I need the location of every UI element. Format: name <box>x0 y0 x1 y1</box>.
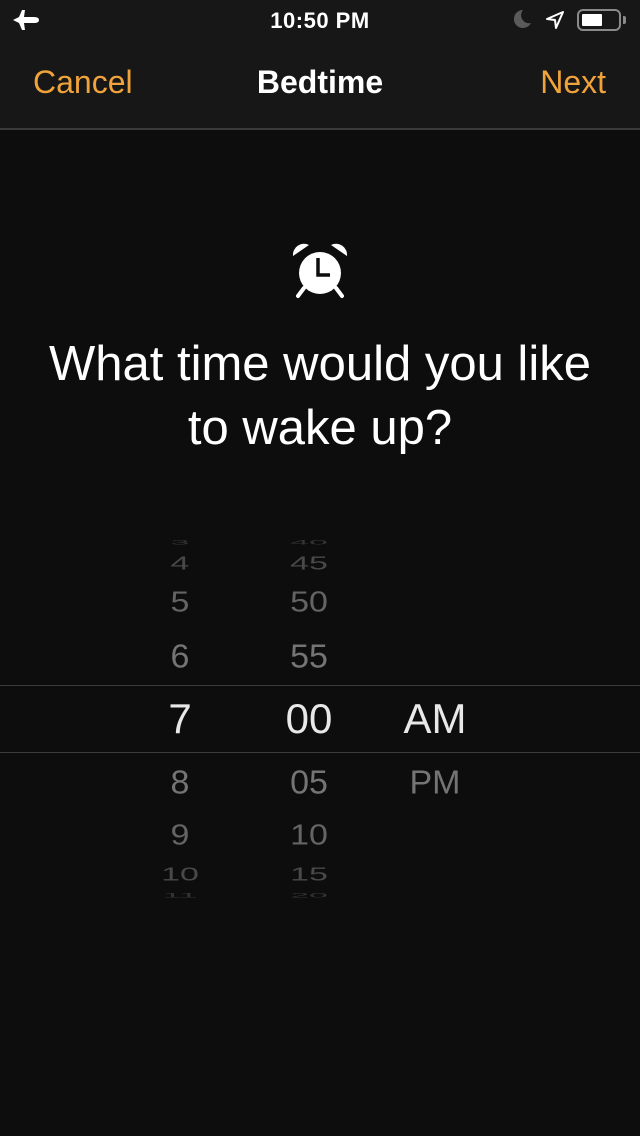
battery-tip <box>623 16 626 24</box>
cancel-button[interactable]: Cancel <box>33 64 133 101</box>
period-option[interactable]: AM <box>380 695 490 744</box>
hour-option[interactable]: 7 <box>128 695 232 744</box>
location-arrow-icon <box>546 11 564 29</box>
minute-option[interactable]: 05 <box>257 765 361 803</box>
minute-option[interactable]: 40 <box>257 539 361 546</box>
minute-option[interactable]: 45 <box>257 553 361 575</box>
hour-option[interactable]: 11 <box>128 892 232 899</box>
question-line-2: to wake up? <box>187 401 453 455</box>
wake-up-question: What time would you like to wake up? <box>0 332 640 460</box>
minute-option[interactable]: 10 <box>257 819 361 853</box>
status-bar: 10:50 PM <box>0 0 640 40</box>
minute-option[interactable]: 55 <box>257 639 361 677</box>
period-wheel[interactable]: AM PM <box>380 540 490 900</box>
period-option[interactable]: PM <box>380 765 490 803</box>
battery-icon <box>577 9 621 31</box>
moon-icon <box>513 9 531 28</box>
minute-option[interactable]: 50 <box>257 586 361 620</box>
hour-option[interactable]: 8 <box>128 765 232 803</box>
alarm-clock-icon <box>292 243 348 298</box>
hour-option[interactable]: 5 <box>128 586 232 620</box>
minute-option[interactable]: 00 <box>257 695 361 744</box>
hour-option[interactable]: 10 <box>128 864 232 886</box>
time-picker[interactable]: 3 4 5 6 7 8 9 10 11 40 45 50 55 00 05 10 15 20 AM PM <box>0 539 640 900</box>
hour-wheel[interactable]: 3 4 5 6 7 8 9 10 11 <box>128 539 232 900</box>
top-bar: 10:50 PM Cancel Bedtime Next <box>0 0 640 130</box>
minute-option[interactable]: 20 <box>257 892 361 899</box>
minute-wheel[interactable]: 40 45 50 55 00 05 10 15 20 <box>257 539 361 900</box>
minute-option[interactable]: 15 <box>257 864 361 886</box>
hour-option[interactable]: 6 <box>128 639 232 677</box>
hour-option[interactable]: 3 <box>128 539 232 546</box>
next-button[interactable]: Next <box>540 64 606 101</box>
hour-option[interactable]: 9 <box>128 819 232 853</box>
hour-option[interactable]: 4 <box>128 553 232 575</box>
question-line-1: What time would you like <box>49 337 591 391</box>
